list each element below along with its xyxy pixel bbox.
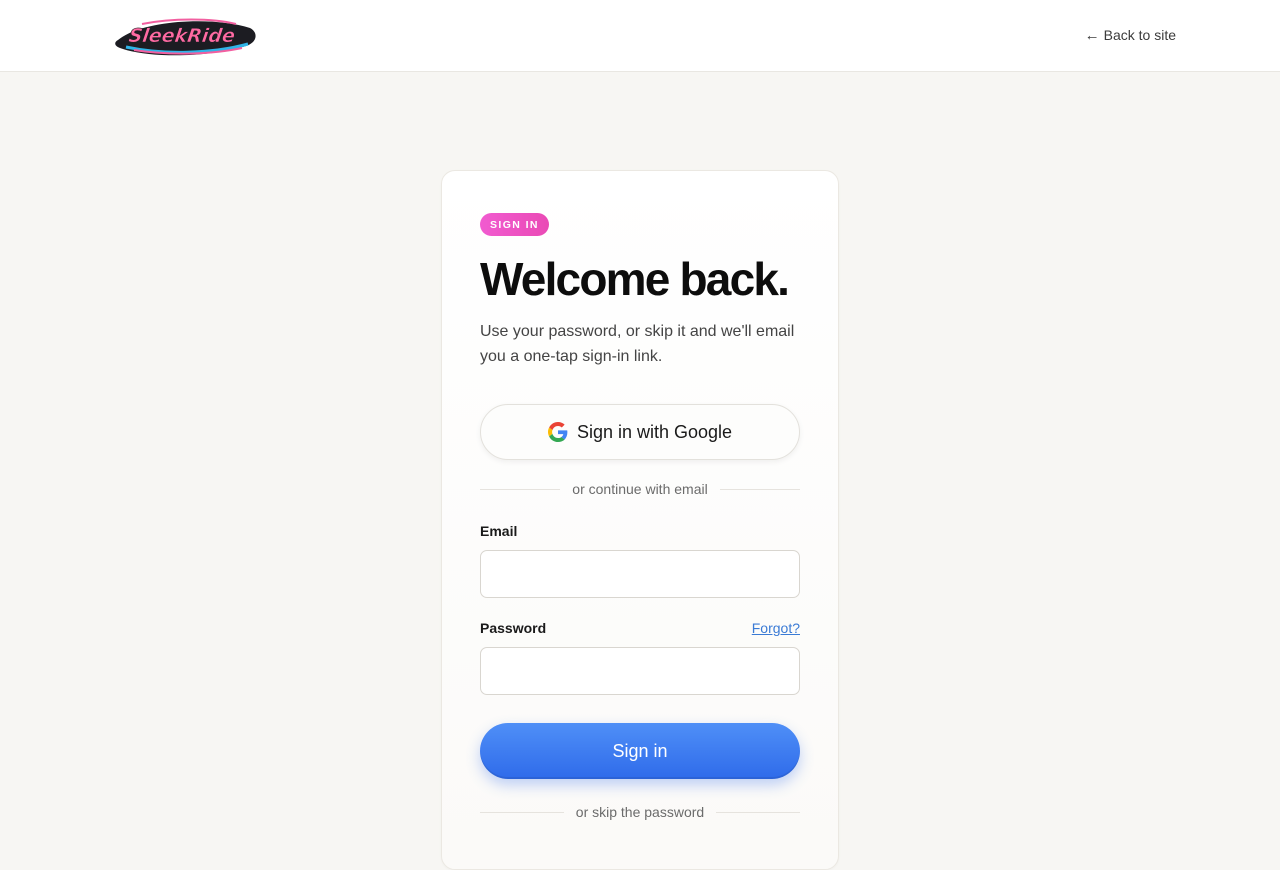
divider-line — [480, 811, 564, 813]
back-to-site-link[interactable]: ← Back to site — [1085, 27, 1176, 43]
password-field[interactable] — [480, 647, 800, 695]
arrow-left-icon: ← — [1084, 26, 1100, 44]
google-sign-in-button[interactable]: Sign in with Google — [480, 404, 800, 460]
forgot-password-link[interactable]: Forgot? — [752, 620, 800, 636]
email-field[interactable] — [480, 550, 800, 598]
email-label: Email — [480, 523, 518, 539]
page-subtitle: Use your password, or skip it and we'll … — [480, 323, 795, 365]
top-bar: SleekRide ← Back to site — [0, 0, 1280, 72]
email-divider: or continue with email — [480, 481, 800, 497]
sleekride-logo[interactable]: SleekRide — [112, 14, 258, 58]
logo-text: SleekRide — [127, 24, 236, 47]
google-button-label: Sign in with Google — [576, 421, 733, 442]
divider-line — [719, 488, 800, 490]
skip-password-divider: or skip the password — [480, 804, 800, 820]
sign-in-badge: SIGN IN — [480, 213, 549, 236]
sign-in-card: SIGN IN Welcome back. Use your password,… — [441, 170, 839, 870]
page-title: Welcome back. — [480, 253, 790, 305]
divider-text: or continue with email — [572, 481, 708, 497]
google-g-icon — [547, 422, 568, 442]
back-to-site-label: Back to site — [1103, 27, 1176, 43]
password-label: Password — [480, 620, 547, 636]
sign-in-button[interactable]: Sign in — [480, 723, 800, 779]
divider-text: or skip the password — [575, 804, 705, 820]
divider-line — [480, 488, 561, 490]
divider-line — [716, 811, 800, 813]
